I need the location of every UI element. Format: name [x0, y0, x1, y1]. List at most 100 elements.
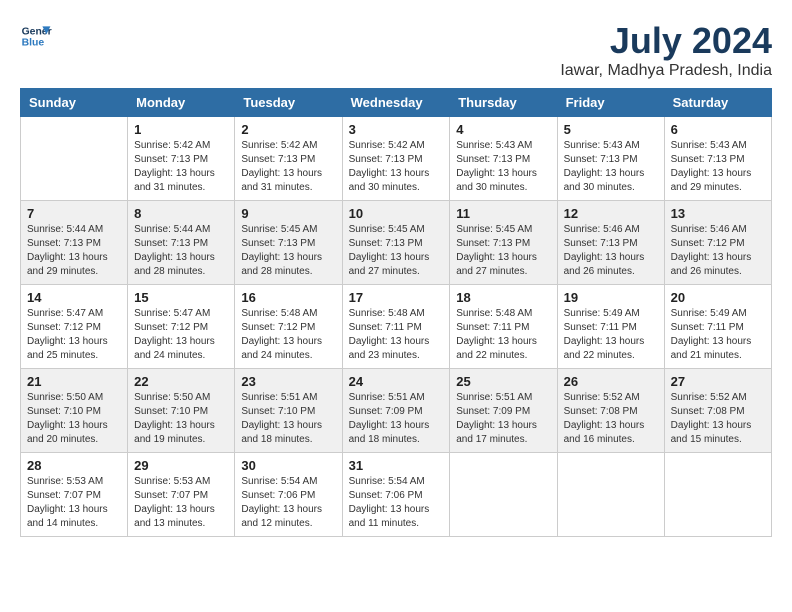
day-info: Sunrise: 5:50 AMSunset: 7:10 PMDaylight:… — [134, 391, 228, 447]
calendar-cell — [557, 453, 664, 537]
page-header: General Blue July 2024 Iawar, Madhya Pra… — [20, 20, 772, 80]
day-number: 12 — [564, 206, 658, 221]
day-info: Sunrise: 5:49 AMSunset: 7:11 PMDaylight:… — [564, 307, 658, 363]
day-info: Sunrise: 5:43 AMSunset: 7:13 PMDaylight:… — [564, 139, 658, 195]
day-number: 3 — [349, 122, 444, 137]
day-info: Sunrise: 5:53 AMSunset: 7:07 PMDaylight:… — [27, 475, 121, 531]
calendar-cell: 3 Sunrise: 5:42 AMSunset: 7:13 PMDaylight… — [342, 117, 450, 201]
calendar-cell: 9Sunrise: 5:45 AMSunset: 7:13 PMDaylight… — [235, 201, 342, 285]
calendar-cell — [21, 117, 128, 201]
col-header-thursday: Thursday — [450, 89, 557, 117]
calendar-cell: 1 Sunrise: 5:42 AMSunset: 7:13 PMDaylight… — [128, 117, 235, 201]
calendar-cell: 2 Sunrise: 5:42 AMSunset: 7:13 PMDaylight… — [235, 117, 342, 201]
col-header-friday: Friday — [557, 89, 664, 117]
day-number: 14 — [27, 290, 121, 305]
day-number: 28 — [27, 458, 121, 473]
day-info: Sunrise: 5:43 AMSunset: 7:13 PMDaylight:… — [456, 139, 550, 195]
calendar-cell: 13Sunrise: 5:46 AMSunset: 7:12 PMDayligh… — [664, 201, 771, 285]
calendar-cell: 31Sunrise: 5:54 AMSunset: 7:06 PMDayligh… — [342, 453, 450, 537]
location-title: Iawar, Madhya Pradesh, India — [560, 62, 772, 80]
day-number: 25 — [456, 374, 550, 389]
calendar-cell: 18 Sunrise: 5:48 AMSunset: 7:11 PMDayligh… — [450, 285, 557, 369]
day-number: 16 — [241, 290, 335, 305]
day-number: 9 — [241, 206, 335, 221]
calendar-cell: 11Sunrise: 5:45 AMSunset: 7:13 PMDayligh… — [450, 201, 557, 285]
day-info: Sunrise: 5:47 AMSunset: 7:12 PMDaylight:… — [27, 307, 121, 363]
day-info: Sunrise: 5:54 AMSunset: 7:06 PMDaylight:… — [241, 475, 335, 531]
day-number: 17 — [349, 290, 444, 305]
day-info: Sunrise: 5:53 AMSunset: 7:07 PMDaylight:… — [134, 475, 228, 531]
calendar-cell — [664, 453, 771, 537]
day-info: Sunrise: 5:42 AMSunset: 7:13 PMDaylight:… — [134, 139, 228, 195]
month-title: July 2024 — [560, 20, 772, 62]
day-number: 30 — [241, 458, 335, 473]
day-info: Sunrise: 5:48 AMSunset: 7:11 PMDaylight:… — [349, 307, 444, 363]
calendar-cell: 12 Sunrise: 5:46 AMSunset: 7:13 PMDayligh… — [557, 201, 664, 285]
day-number: 1 — [134, 122, 228, 137]
day-info: Sunrise: 5:49 AMSunset: 7:11 PMDaylight:… — [671, 307, 765, 363]
day-number: 19 — [564, 290, 658, 305]
calendar-week-row: 14 Sunrise: 5:47 AMSunset: 7:12 PMDayligh… — [21, 285, 772, 369]
col-header-saturday: Saturday — [664, 89, 771, 117]
day-number: 24 — [349, 374, 444, 389]
calendar-cell: 20 Sunrise: 5:49 AMSunset: 7:11 PMDayligh… — [664, 285, 771, 369]
calendar-cell: 24 Sunrise: 5:51 AMSunset: 7:09 PMDayligh… — [342, 369, 450, 453]
day-info: Sunrise: 5:50 AMSunset: 7:10 PMDaylight:… — [27, 391, 121, 447]
day-info: Sunrise: 5:45 AMSunset: 7:13 PMDaylight:… — [456, 223, 550, 279]
col-header-tuesday: Tuesday — [235, 89, 342, 117]
calendar-week-row: 21Sunrise: 5:50 AMSunset: 7:10 PMDayligh… — [21, 369, 772, 453]
calendar-cell: 21Sunrise: 5:50 AMSunset: 7:10 PMDayligh… — [21, 369, 128, 453]
col-header-sunday: Sunday — [21, 89, 128, 117]
day-info: Sunrise: 5:47 AMSunset: 7:12 PMDaylight:… — [134, 307, 228, 363]
calendar-cell: 16Sunrise: 5:48 AMSunset: 7:12 PMDayligh… — [235, 285, 342, 369]
calendar-cell: 10Sunrise: 5:45 AMSunset: 7:13 PMDayligh… — [342, 201, 450, 285]
day-number: 29 — [134, 458, 228, 473]
calendar-cell: 26 Sunrise: 5:52 AMSunset: 7:08 PMDayligh… — [557, 369, 664, 453]
day-number: 26 — [564, 374, 658, 389]
calendar-cell: 15 Sunrise: 5:47 AMSunset: 7:12 PMDayligh… — [128, 285, 235, 369]
calendar-cell: 4 Sunrise: 5:43 AMSunset: 7:13 PMDaylight… — [450, 117, 557, 201]
day-info: Sunrise: 5:46 AMSunset: 7:12 PMDaylight:… — [671, 223, 765, 279]
title-area: July 2024 Iawar, Madhya Pradesh, India — [560, 20, 772, 80]
calendar-cell — [450, 453, 557, 537]
day-info: Sunrise: 5:51 AMSunset: 7:09 PMDaylight:… — [349, 391, 444, 447]
day-number: 18 — [456, 290, 550, 305]
logo-icon: General Blue — [20, 20, 52, 52]
day-info: Sunrise: 5:45 AMSunset: 7:13 PMDaylight:… — [349, 223, 444, 279]
day-number: 15 — [134, 290, 228, 305]
calendar-week-row: 7Sunrise: 5:44 AMSunset: 7:13 PMDaylight… — [21, 201, 772, 285]
calendar-cell: 25 Sunrise: 5:51 AMSunset: 7:09 PMDayligh… — [450, 369, 557, 453]
day-info: Sunrise: 5:52 AMSunset: 7:08 PMDaylight:… — [564, 391, 658, 447]
calendar-cell: 27Sunrise: 5:52 AMSunset: 7:08 PMDayligh… — [664, 369, 771, 453]
calendar-cell: 23 Sunrise: 5:51 AMSunset: 7:10 PMDayligh… — [235, 369, 342, 453]
day-info: Sunrise: 5:51 AMSunset: 7:10 PMDaylight:… — [241, 391, 335, 447]
day-info: Sunrise: 5:48 AMSunset: 7:11 PMDaylight:… — [456, 307, 550, 363]
calendar-cell: 8 Sunrise: 5:44 AMSunset: 7:13 PMDaylight… — [128, 201, 235, 285]
day-number: 8 — [134, 206, 228, 221]
calendar-week-row: 28 Sunrise: 5:53 AMSunset: 7:07 PMDayligh… — [21, 453, 772, 537]
day-number: 23 — [241, 374, 335, 389]
day-info: Sunrise: 5:44 AMSunset: 7:13 PMDaylight:… — [134, 223, 228, 279]
day-number: 20 — [671, 290, 765, 305]
calendar-cell: 30 Sunrise: 5:54 AMSunset: 7:06 PMDayligh… — [235, 453, 342, 537]
day-number: 6 — [671, 122, 765, 137]
calendar-cell: 29 Sunrise: 5:53 AMSunset: 7:07 PMDayligh… — [128, 453, 235, 537]
calendar-week-row: 1 Sunrise: 5:42 AMSunset: 7:13 PMDaylight… — [21, 117, 772, 201]
calendar-cell: 17 Sunrise: 5:48 AMSunset: 7:11 PMDayligh… — [342, 285, 450, 369]
day-number: 4 — [456, 122, 550, 137]
calendar-cell: 5Sunrise: 5:43 AMSunset: 7:13 PMDaylight… — [557, 117, 664, 201]
day-number: 22 — [134, 374, 228, 389]
calendar-table: SundayMondayTuesdayWednesdayThursdayFrid… — [20, 88, 772, 537]
day-info: Sunrise: 5:42 AMSunset: 7:13 PMDaylight:… — [349, 139, 444, 195]
svg-text:Blue: Blue — [22, 38, 45, 49]
calendar-cell: 7Sunrise: 5:44 AMSunset: 7:13 PMDaylight… — [21, 201, 128, 285]
calendar-cell: 22 Sunrise: 5:50 AMSunset: 7:10 PMDayligh… — [128, 369, 235, 453]
calendar-cell: 19 Sunrise: 5:49 AMSunset: 7:11 PMDayligh… — [557, 285, 664, 369]
calendar-cell: 28 Sunrise: 5:53 AMSunset: 7:07 PMDayligh… — [21, 453, 128, 537]
day-number: 31 — [349, 458, 444, 473]
day-number: 2 — [241, 122, 335, 137]
day-info: Sunrise: 5:51 AMSunset: 7:09 PMDaylight:… — [456, 391, 550, 447]
day-info: Sunrise: 5:42 AMSunset: 7:13 PMDaylight:… — [241, 139, 335, 195]
day-number: 27 — [671, 374, 765, 389]
day-info: Sunrise: 5:46 AMSunset: 7:13 PMDaylight:… — [564, 223, 658, 279]
